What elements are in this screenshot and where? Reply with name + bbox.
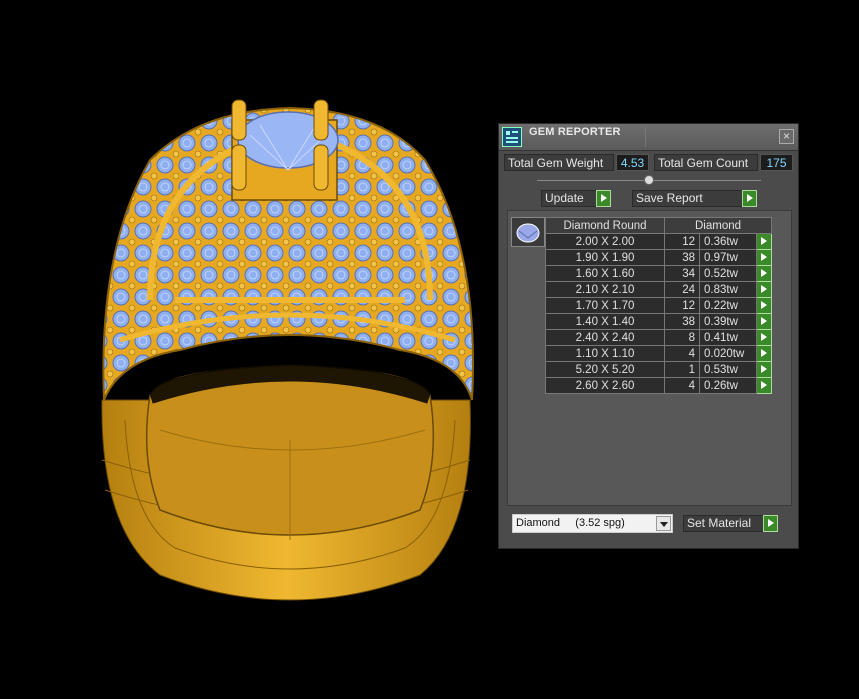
table-row[interactable]: 1.90 X 1.90 38 0.97tw <box>545 249 772 266</box>
gem-reporter-panel: GEM REPORTER × Total Gem Weight 4.53 Tot… <box>498 123 799 549</box>
table-row[interactable]: 2.10 X 2.10 24 0.83tw <box>545 281 772 298</box>
play-arrow-icon[interactable] <box>756 265 772 282</box>
gem-table: Diamond Round Diamond 2.00 X 2.00 12 0.36t… <box>545 217 772 394</box>
table-row[interactable]: 2.40 X 2.40 8 0.41tw <box>545 329 772 346</box>
table-row[interactable]: 1.40 X 1.40 38 0.39tw <box>545 313 772 330</box>
3d-viewport[interactable] <box>0 0 500 694</box>
table-row[interactable]: 1.60 X 1.60 34 0.52tw <box>545 265 772 282</box>
weight-cell: 0.39tw <box>699 313 757 330</box>
total-gem-weight-value: 4.53 <box>616 154 649 171</box>
weight-cell: 0.26tw <box>699 377 757 394</box>
weight-cell: 0.22tw <box>699 297 757 314</box>
play-arrow-icon[interactable] <box>756 313 772 330</box>
title-separator <box>645 127 646 147</box>
set-material-button[interactable]: Set Material <box>683 515 778 532</box>
play-arrow-icon[interactable] <box>756 233 772 250</box>
save-report-button-label: Save Report <box>636 191 703 205</box>
table-row[interactable]: 2.00 X 2.00 12 0.36tw <box>545 233 772 250</box>
gem-table-area: Diamond Round Diamond 2.00 X 2.00 12 0.36t… <box>507 210 792 506</box>
size-cell: 2.10 X 2.10 <box>545 281 665 298</box>
count-cell: 24 <box>664 281 700 298</box>
size-cell: 1.70 X 1.70 <box>545 297 665 314</box>
close-icon[interactable]: × <box>779 129 794 144</box>
total-gem-weight-label: Total Gem Weight <box>504 154 614 171</box>
count-cell: 38 <box>664 249 700 266</box>
table-row[interactable]: 1.70 X 1.70 12 0.22tw <box>545 297 772 314</box>
play-arrow-icon[interactable] <box>756 377 772 394</box>
play-arrow-icon <box>596 190 611 207</box>
count-cell: 1 <box>664 361 700 378</box>
slider-handle[interactable] <box>644 175 654 185</box>
count-cell: 34 <box>664 265 700 282</box>
play-arrow-icon <box>742 190 757 207</box>
set-material-button-label: Set Material <box>687 516 752 530</box>
size-cell: 1.60 X 1.60 <box>545 265 665 282</box>
weight-cell: 0.41tw <box>699 329 757 346</box>
weight-cell: 0.020tw <box>699 345 757 362</box>
play-arrow-icon[interactable] <box>756 345 772 362</box>
ring-model <box>101 99 475 601</box>
play-arrow-icon[interactable] <box>756 361 772 378</box>
count-cell: 4 <box>664 345 700 362</box>
table-row[interactable]: 1.10 X 1.10 4 0.020tw <box>545 345 772 362</box>
size-cell: 5.20 X 5.20 <box>545 361 665 378</box>
count-cell: 12 <box>664 297 700 314</box>
chevron-down-icon[interactable] <box>656 516 671 531</box>
weight-cell: 0.83tw <box>699 281 757 298</box>
count-cell: 38 <box>664 313 700 330</box>
size-cell: 1.90 X 1.90 <box>545 249 665 266</box>
size-cell: 1.10 X 1.10 <box>545 345 665 362</box>
size-cell: 2.00 X 2.00 <box>545 233 665 250</box>
total-gem-count-label: Total Gem Count <box>654 154 758 171</box>
col-header-material: Diamond <box>664 217 772 234</box>
count-cell: 4 <box>664 377 700 394</box>
total-gem-count-value: 175 <box>760 154 793 171</box>
play-arrow-icon[interactable] <box>756 281 772 298</box>
weight-cell: 0.97tw <box>699 249 757 266</box>
material-select[interactable]: Diamond (3.52 spg) <box>512 514 673 533</box>
update-button[interactable]: Update <box>541 190 611 207</box>
play-arrow-icon <box>763 515 778 532</box>
save-report-button[interactable]: Save Report <box>632 190 757 207</box>
table-row[interactable]: 2.60 X 2.60 4 0.26tw <box>545 377 772 394</box>
size-cell: 2.40 X 2.40 <box>545 329 665 346</box>
col-header-shape: Diamond Round <box>545 217 665 234</box>
count-cell: 12 <box>664 233 700 250</box>
gem-thumbnail[interactable] <box>511 217 545 247</box>
count-cell: 8 <box>664 329 700 346</box>
table-row[interactable]: 5.20 X 5.20 1 0.53tw <box>545 361 772 378</box>
play-arrow-icon[interactable] <box>756 297 772 314</box>
play-arrow-icon[interactable] <box>756 329 772 346</box>
size-cell: 2.60 X 2.60 <box>545 377 665 394</box>
gem-reporter-logo-icon <box>502 127 522 147</box>
material-select-value: Diamond (3.52 spg) <box>516 517 625 529</box>
panel-title: GEM REPORTER <box>529 126 621 138</box>
weight-cell: 0.36tw <box>699 233 757 250</box>
weight-cell: 0.53tw <box>699 361 757 378</box>
panel-titlebar[interactable]: GEM REPORTER × <box>499 124 798 151</box>
weight-cell: 0.52tw <box>699 265 757 282</box>
update-button-label: Update <box>545 191 584 205</box>
play-arrow-icon[interactable] <box>756 249 772 266</box>
size-cell: 1.40 X 1.40 <box>545 313 665 330</box>
